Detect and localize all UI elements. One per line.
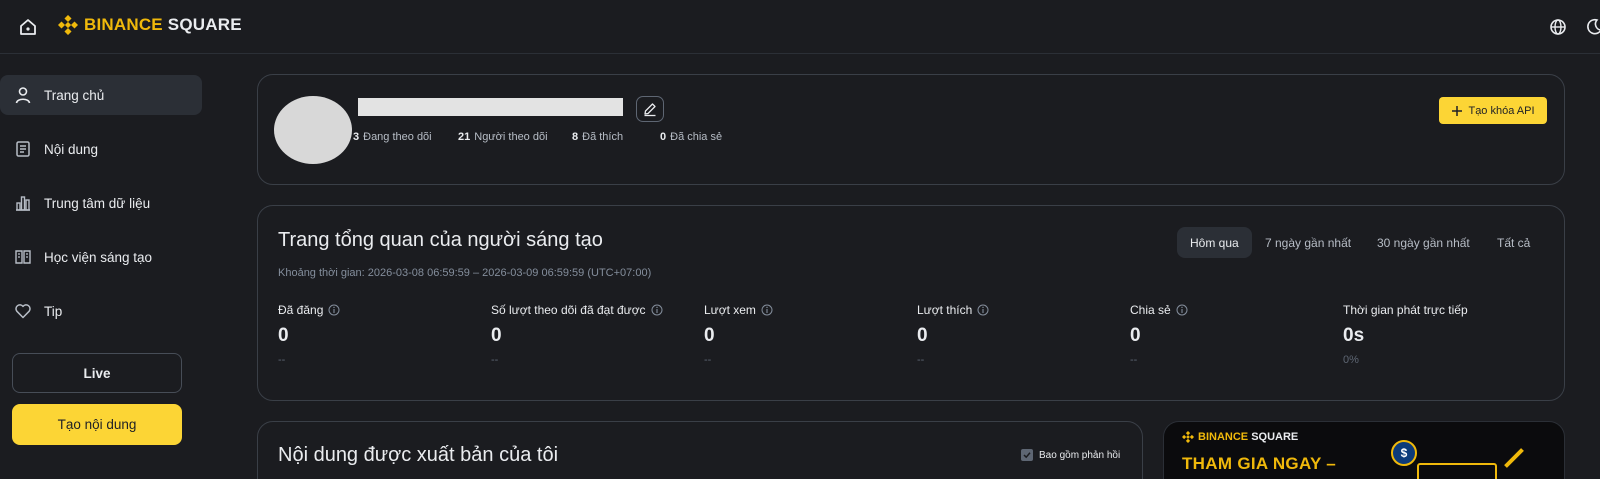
metric-sub-shares: -- <box>1130 354 1138 366</box>
user-icon <box>15 87 31 104</box>
metric-sub-likes: -- <box>917 354 925 366</box>
create-api-key-button[interactable]: Tạo khóa API <box>1439 97 1547 124</box>
binance-square-logo[interactable]: BINANCE SQUARE <box>58 15 242 35</box>
published-content-title: Nội dung được xuất bản của tôi <box>278 444 559 466</box>
sidebar-item-label: Trang chủ <box>44 87 105 103</box>
metric-value-shares: 0 <box>1130 325 1141 346</box>
info-icon[interactable] <box>651 304 663 316</box>
metric-label-text: Số lượt theo dõi đã đạt được <box>491 303 646 317</box>
tab-all[interactable]: Tất cả <box>1484 227 1543 258</box>
stat-label: Đã chia sẻ <box>670 131 723 143</box>
sidebar-item-creator-academy[interactable]: Học viện sáng tạo <box>0 237 202 277</box>
live-button[interactable]: Live <box>12 353 182 393</box>
promo-logo-brand: BINANCE <box>1198 431 1249 443</box>
info-icon[interactable] <box>977 304 989 316</box>
metric-value-live-time: 0s <box>1343 325 1365 346</box>
moon-icon[interactable] <box>1584 17 1600 37</box>
logo-brand-text: BINANCE <box>84 15 163 34</box>
promo-headline: THAM GIA NGAY – <box>1182 454 1337 473</box>
metric-sub-views: -- <box>704 354 712 366</box>
check-icon <box>1023 452 1031 459</box>
api-button-label: Tạo khóa API <box>1468 104 1535 117</box>
home-icon[interactable] <box>18 17 38 37</box>
metric-label-likes: Lượt thích <box>917 303 989 317</box>
tab-last-7-days[interactable]: 7 ngày gần nhất <box>1252 227 1364 258</box>
book-icon <box>15 250 31 264</box>
metric-label-live-time: Thời gian phát trực tiếp <box>1343 303 1468 317</box>
stat-label: Đã thích <box>582 131 624 143</box>
promo-banner[interactable]: BINANCE SQUARE THAM GIA NGAY – $ <box>1163 421 1565 479</box>
overview-period: Khoảng thời gian: 2026-03-08 06:59:59 – … <box>278 267 652 279</box>
binance-logo-icon <box>58 15 78 35</box>
stat-value: 21 <box>458 131 471 143</box>
include-replies-label: Bao gồm phản hồi <box>1039 449 1121 461</box>
profile-card <box>257 74 1565 185</box>
metric-sub-posted: -- <box>278 354 286 366</box>
metric-label-text: Thời gian phát trực tiếp <box>1343 303 1468 317</box>
overview-title: Trang tổng quan của người sáng tạo <box>278 229 603 251</box>
tab-last-30-days[interactable]: 30 ngày gần nhất <box>1364 227 1483 258</box>
promo-frame-graphic <box>1417 463 1497 479</box>
top-bar: BINANCE SQUARE <box>0 0 1600 54</box>
metric-sub-followers-gained: -- <box>491 354 499 366</box>
heart-icon <box>15 304 31 319</box>
logo-product-text: SQUARE <box>167 15 242 34</box>
pencil-icon <box>644 103 656 117</box>
followers-count[interactable]: 21 Người theo dõi <box>458 131 548 143</box>
metric-label-shares: Chia sẻ <box>1130 303 1188 317</box>
metric-label-text: Chia sẻ <box>1130 303 1171 317</box>
promo-logo-product: SQUARE <box>1251 431 1299 443</box>
sidebar-item-label: Trung tâm dữ liệu <box>44 195 151 211</box>
binance-logo-icon <box>1182 431 1194 443</box>
document-icon <box>16 141 30 157</box>
plus-icon <box>1452 105 1463 116</box>
shares-count: 0 Đã chia sẻ <box>660 131 722 143</box>
sidebar-item-label: Nội dung <box>44 141 99 157</box>
metric-value-followers-gained: 0 <box>491 325 502 346</box>
metric-label-text: Lượt thích <box>917 303 973 317</box>
globe-icon[interactable] <box>1548 17 1568 37</box>
create-content-button[interactable]: Tạo nội dung <box>12 404 182 445</box>
avatar[interactable] <box>274 96 352 164</box>
stat-label: Đang theo dõi <box>363 131 432 143</box>
metric-value-views: 0 <box>704 325 715 346</box>
promo-logo: BINANCE SQUARE <box>1182 431 1298 443</box>
metric-value-posted: 0 <box>278 325 289 346</box>
profile-name-redacted <box>358 98 623 116</box>
edit-profile-button[interactable] <box>636 96 664 122</box>
info-icon[interactable] <box>761 304 773 316</box>
metric-sub-live-time: 0% <box>1343 354 1359 366</box>
likes-count: 8 Đã thích <box>572 131 623 143</box>
coin-icon: $ <box>1391 440 1417 466</box>
sidebar-item-tip[interactable]: Tip <box>0 291 202 331</box>
tab-yesterday[interactable]: Hôm qua <box>1177 227 1252 258</box>
metric-label-text: Lượt xem <box>704 303 756 317</box>
sidebar-item-home[interactable]: Trang chủ <box>0 75 202 115</box>
metric-value-likes: 0 <box>917 325 928 346</box>
following-count[interactable]: 3 Đang theo dõi <box>353 131 432 143</box>
stat-label: Người theo dõi <box>474 131 548 143</box>
stat-value: 3 <box>353 131 360 143</box>
sidebar-item-data-center[interactable]: Trung tâm dữ liệu <box>0 183 202 223</box>
stat-value: 0 <box>660 131 667 143</box>
sidebar-item-label: Học viện sáng tạo <box>44 249 153 265</box>
checkbox-box[interactable] <box>1021 449 1033 461</box>
metric-label-posted: Đã đăng <box>278 303 340 317</box>
bar-chart-icon <box>16 196 30 211</box>
info-icon[interactable] <box>328 304 340 316</box>
include-replies-checkbox[interactable]: Bao gồm phản hồi <box>1021 449 1120 461</box>
pen-graphic <box>1504 448 1524 468</box>
sidebar-item-content[interactable]: Nội dung <box>0 129 202 169</box>
metric-label-followers-gained: Số lượt theo dõi đã đạt được <box>491 303 663 317</box>
stat-value: 8 <box>572 131 579 143</box>
sidebar-item-label: Tip <box>44 303 63 319</box>
info-icon[interactable] <box>1176 304 1188 316</box>
metric-label-views: Lượt xem <box>704 303 773 317</box>
metric-label-text: Đã đăng <box>278 303 324 317</box>
